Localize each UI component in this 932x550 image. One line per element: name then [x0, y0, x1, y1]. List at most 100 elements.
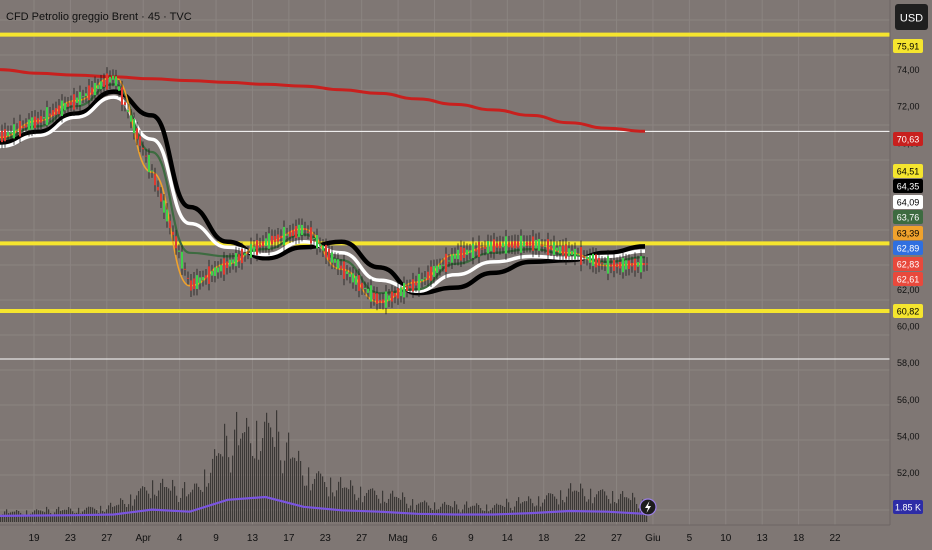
volume-bar: [582, 488, 584, 522]
time-label: 23: [320, 533, 332, 544]
volume-bar: [624, 497, 626, 522]
candle-body: [307, 231, 309, 233]
volume-bar: [310, 490, 312, 522]
candle-body: [25, 124, 27, 128]
candle-body: [46, 107, 48, 126]
volume-bar: [204, 469, 206, 522]
volume-bar: [284, 460, 286, 522]
price-tag-label: 60,82: [897, 307, 920, 317]
lightning-icon[interactable]: [639, 498, 657, 516]
volume-bar: [110, 502, 112, 522]
volume-bar: [264, 421, 266, 522]
time-label: 27: [356, 533, 368, 544]
candle-body: [166, 209, 168, 222]
candle-body: [214, 267, 216, 276]
candle-body: [58, 105, 60, 115]
volume-bar: [634, 497, 636, 522]
volume-bar: [252, 455, 254, 522]
candle-body: [277, 234, 279, 242]
volume-bar: [212, 458, 214, 522]
volume-bar: [304, 485, 306, 522]
candle-body: [625, 260, 627, 270]
volume-bar: [72, 511, 74, 522]
candle-body: [484, 247, 486, 249]
candle-body: [613, 259, 615, 271]
volume-bar: [566, 496, 568, 522]
price-tick: 62,00: [897, 285, 920, 295]
volume-bar: [436, 509, 438, 522]
volume-bar: [324, 481, 326, 522]
volume-bar: [298, 450, 300, 522]
candle-body: [376, 293, 378, 304]
time-label: 19: [28, 533, 40, 544]
candle-body: [466, 249, 468, 255]
candle-body: [349, 273, 351, 277]
volume-bar: [200, 489, 202, 522]
candle-body: [442, 264, 444, 266]
volume-bar: [454, 501, 456, 522]
volume-bar: [382, 490, 384, 522]
volume-bar: [82, 511, 84, 522]
candle-body: [262, 241, 264, 247]
candle-body: [361, 282, 363, 289]
time-label: 18: [538, 533, 550, 544]
price-tag: 62,89: [893, 241, 923, 255]
candle-body: [505, 236, 507, 254]
price-tag: 64,51: [893, 164, 923, 178]
candle-body: [1, 130, 3, 143]
candle-body: [364, 288, 366, 290]
volume-bar: [552, 494, 554, 522]
volume-bar: [630, 500, 632, 522]
candle-body: [556, 247, 558, 251]
volume-bar: [574, 490, 576, 522]
volume-bar: [396, 496, 398, 522]
candle-body: [472, 243, 474, 258]
volume-bar: [174, 486, 176, 522]
volume-bar: [438, 509, 440, 522]
brent-chart[interactable]: 74,0072,0070,0062,0060,0058,0056,0054,00…: [0, 0, 932, 550]
candle-body: [610, 264, 612, 267]
candle-body: [334, 258, 336, 263]
volume-bar: [234, 429, 236, 522]
volume-bar: [338, 481, 340, 522]
volume-bar: [20, 512, 22, 522]
candle-body: [79, 91, 81, 105]
candle-body: [283, 226, 285, 246]
candle-body: [181, 251, 183, 269]
volume-bar: [194, 483, 196, 522]
candle-body: [265, 238, 267, 247]
volume-bar: [240, 438, 242, 522]
volume-bar: [230, 472, 232, 522]
price-tag-label: 62,61: [897, 275, 920, 285]
candle-body: [418, 273, 420, 291]
time-label: 22: [829, 533, 841, 544]
volume-bar: [228, 457, 230, 522]
volume-bar: [220, 454, 222, 522]
candle-body: [409, 285, 411, 289]
volume-bar: [266, 412, 268, 522]
candle-body: [562, 245, 564, 256]
candle-body: [328, 248, 330, 260]
candle-body: [187, 277, 189, 279]
candle-body: [229, 259, 231, 267]
volume-bar: [366, 492, 368, 522]
volume-bar: [326, 487, 328, 522]
volume-bar: [522, 502, 524, 522]
currency-button[interactable]: USD: [895, 4, 928, 30]
price-tag: 75,91: [893, 39, 923, 53]
volume-bar: [306, 485, 308, 522]
candle-body: [526, 241, 528, 246]
volume-bar: [348, 489, 350, 522]
volume-bar: [216, 455, 218, 522]
candle-body: [577, 254, 579, 256]
volume-bar: [154, 494, 156, 522]
candle-body: [316, 235, 318, 249]
candle-body: [34, 116, 36, 128]
candle-body: [592, 253, 594, 266]
volume-bar: [398, 498, 400, 522]
candle-body: [481, 248, 483, 250]
candle-body: [295, 225, 297, 238]
volume-bar: [570, 483, 572, 522]
chart-title: CFD Petrolio greggio Brent · 45 · TVC: [6, 11, 192, 23]
candle-body: [493, 239, 495, 253]
